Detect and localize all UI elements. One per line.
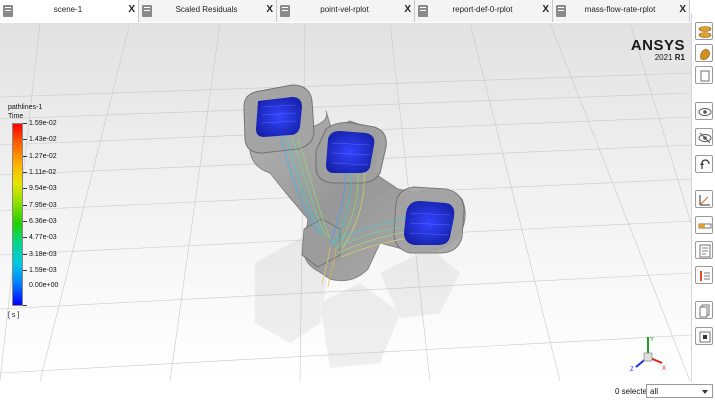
legend-tick-label: 1.43e-02	[29, 136, 57, 143]
legend-tick-label: 0.00e+00	[29, 282, 59, 289]
legend-tick-label: 1.59e-03	[29, 267, 57, 274]
legend-tick	[23, 305, 27, 306]
triad-y-label: Y	[650, 337, 654, 343]
copy-button[interactable]	[695, 301, 713, 319]
tab-label: scene-1	[53, 5, 83, 14]
scale-icon	[698, 223, 712, 229]
tab-label: Scaled Residuals	[175, 5, 238, 14]
legend-tick-label: 4.77e-03	[29, 234, 57, 241]
ansys-version: 2021 R1	[654, 53, 685, 62]
undo-rotate-button[interactable]	[695, 155, 713, 173]
legend-button[interactable]	[695, 266, 713, 284]
legend-tick	[23, 270, 27, 271]
legend-tick-label: 6.36e-03	[29, 218, 57, 225]
view-icon	[698, 108, 712, 116]
scene-canvas[interactable]	[0, 23, 691, 381]
legend-tick-label: 1.27e-02	[29, 153, 57, 160]
selection-filter-value: all	[650, 387, 659, 396]
hide-button[interactable]	[695, 128, 713, 146]
legend-tick	[23, 188, 27, 189]
close-icon[interactable]: X	[542, 4, 549, 15]
axes-icon	[699, 195, 710, 206]
colormap-icon	[700, 48, 710, 60]
graphics-toolbar	[691, 13, 715, 383]
inlet-face-2	[326, 131, 375, 173]
triad-x-label: X	[662, 366, 666, 372]
scale-button[interactable]	[695, 216, 713, 234]
tab-point-vel-rplot[interactable]: point-vel-rplot X	[277, 0, 415, 22]
close-icon[interactable]: X	[128, 4, 135, 15]
inlet-face-1	[256, 97, 302, 137]
legend-tick-label: 7.95e-03	[29, 202, 57, 209]
legend-icon	[700, 271, 710, 281]
close-icon[interactable]: X	[404, 4, 411, 15]
display-options-button[interactable]	[695, 22, 713, 40]
fluent-document-icon	[418, 5, 428, 17]
legend-object-name: pathlines-1	[8, 104, 43, 111]
annotation-icon	[699, 244, 711, 258]
close-icon[interactable]: X	[679, 4, 686, 15]
selection-status-bar: 0 selected all	[0, 381, 715, 400]
legend-tick-label: 9.54e-03	[29, 185, 57, 192]
tab-scene-1[interactable]: scene-1 X	[0, 0, 139, 22]
display-options-icon	[698, 26, 712, 38]
legend-tick	[23, 123, 27, 124]
colormap-bar[interactable]	[12, 123, 23, 306]
tab-label: report-def-0-rplot	[452, 5, 513, 14]
legend-tick	[23, 205, 27, 206]
legend-tick	[23, 254, 27, 255]
view-button[interactable]	[695, 102, 713, 120]
legend-units: [ s ]	[8, 312, 20, 319]
ansys-fluent-graphics-window: scene-1 X Scaled Residuals X point-vel-r…	[0, 0, 715, 400]
fluent-document-icon	[556, 5, 566, 17]
legend-tick	[23, 139, 27, 140]
legend-tick-label: 1.11e-02	[29, 169, 57, 176]
ansys-logo: ANSYS 2021 R1	[631, 37, 685, 62]
fit-button[interactable]	[695, 327, 713, 345]
tab-label: mass-flow-rate-rplot	[584, 5, 656, 14]
hide-icon	[698, 132, 712, 144]
copy-icon	[699, 304, 710, 318]
graphics-tab-bar: scene-1 X Scaled Residuals X point-vel-r…	[0, 0, 690, 22]
frame-button[interactable]	[695, 66, 713, 84]
legend-tick-label: 1.59e-02	[29, 120, 57, 127]
axis-triad[interactable]: Y Z X	[628, 333, 668, 373]
tab-mass-flow-rate-rplot[interactable]: mass-flow-rate-rplot X	[553, 0, 690, 22]
annotation-button[interactable]	[695, 241, 713, 259]
fluent-document-icon	[142, 5, 152, 17]
axes-button[interactable]	[695, 190, 713, 208]
selection-filter-dropdown[interactable]: all	[646, 384, 713, 398]
frame-icon	[700, 70, 710, 82]
fit-icon	[699, 331, 711, 343]
legend-tick-label: 3.18e-03	[29, 251, 57, 258]
tab-label: point-vel-rplot	[320, 5, 369, 14]
colormap-button[interactable]	[695, 44, 713, 62]
legend-tick	[23, 172, 27, 173]
legend-tick	[23, 156, 27, 157]
tab-scaled-residuals[interactable]: Scaled Residuals X	[139, 0, 277, 22]
fluent-document-icon	[280, 5, 290, 17]
legend-tick	[23, 237, 27, 238]
legend-tick	[23, 221, 27, 222]
undo-rotate-icon	[700, 159, 710, 169]
fluent-document-icon	[3, 5, 13, 17]
close-icon[interactable]: X	[266, 4, 273, 15]
graphics-viewport[interactable]: ANSYS 2021 R1 pathlines-1 Time 1.59e-02 …	[0, 23, 691, 381]
triad-z-label: Z	[630, 367, 634, 373]
legend-title: pathlines-1 Time	[8, 103, 42, 121]
tab-report-def-0-rplot[interactable]: report-def-0-rplot X	[415, 0, 553, 22]
chevron-down-icon	[702, 390, 708, 394]
ansys-brand: ANSYS	[630, 37, 685, 54]
